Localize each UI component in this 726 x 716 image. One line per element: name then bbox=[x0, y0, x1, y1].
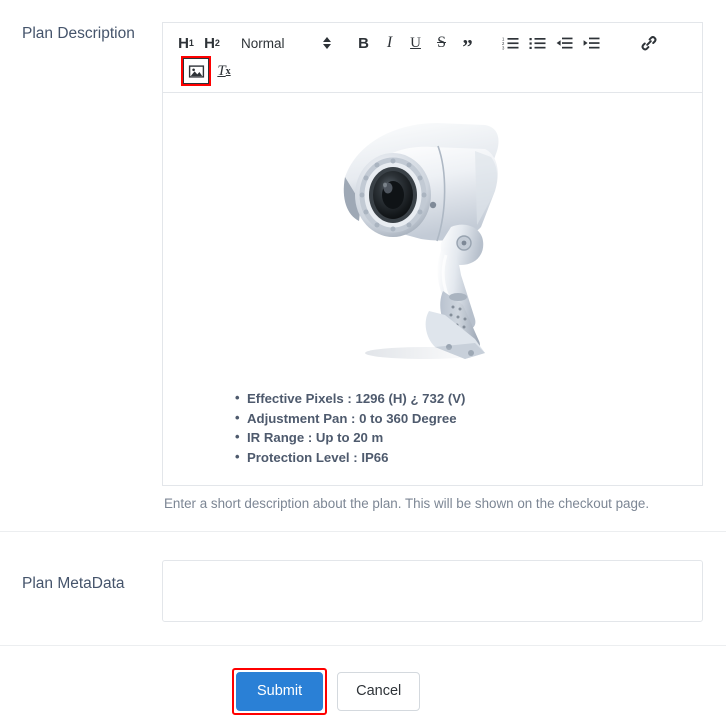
format-select-value: Normal bbox=[241, 35, 285, 51]
indent-icon bbox=[583, 37, 600, 49]
list-item: Protection Level : IP66 bbox=[235, 447, 688, 468]
image-button[interactable] bbox=[181, 56, 211, 86]
image-icon bbox=[188, 64, 204, 78]
underline-button[interactable]: U bbox=[405, 29, 427, 57]
editor-content-area[interactable]: Effective Pixels : 1296 (H) ¿ 732 (V) Ad… bbox=[163, 93, 702, 485]
form-actions: Submit Cancel bbox=[0, 646, 726, 715]
svg-text:3: 3 bbox=[502, 46, 505, 50]
indent-button[interactable] bbox=[580, 29, 603, 57]
format-select[interactable]: Normal bbox=[241, 36, 331, 51]
cancel-button[interactable]: Cancel bbox=[337, 672, 421, 711]
ordered-list-button[interactable]: 1 2 3 bbox=[499, 29, 522, 57]
plan-description-row: Plan Description H1 H2 Normal B I U S ” … bbox=[0, 0, 726, 513]
editor-toolbar: H1 H2 Normal B I U S ” 1 2 3 T x bbox=[163, 23, 702, 93]
list-item: IR Range : Up to 20 m bbox=[235, 427, 688, 448]
heading-1-button[interactable]: H1 bbox=[175, 29, 197, 57]
plan-metadata-row: Plan MetaData bbox=[0, 532, 726, 627]
bullet-list-button[interactable] bbox=[526, 29, 549, 57]
spec-list: Effective Pixels : 1296 (H) ¿ 732 (V) Ad… bbox=[177, 388, 688, 468]
submit-highlight: Submit bbox=[232, 668, 328, 715]
rich-text-editor[interactable]: H1 H2 Normal B I U S ” 1 2 3 T x • Effec… bbox=[162, 22, 703, 486]
plan-description-label: Plan Description bbox=[22, 25, 135, 42]
list-item: Effective Pixels : 1296 (H) ¿ 732 (V) bbox=[235, 388, 688, 409]
plan-metadata-input[interactable] bbox=[162, 560, 703, 622]
link-button[interactable] bbox=[637, 29, 661, 57]
outdent-icon bbox=[556, 37, 573, 49]
plan-description-help-text: Enter a short description about the plan… bbox=[164, 496, 650, 511]
submit-button[interactable]: Submit bbox=[236, 672, 324, 711]
cctv-camera-image bbox=[343, 123, 499, 359]
italic-button[interactable]: I bbox=[379, 29, 401, 57]
plan-metadata-label: Plan MetaData bbox=[22, 575, 125, 592]
outdent-button[interactable] bbox=[553, 29, 576, 57]
plan-form-page: Plan Description H1 H2 Normal B I U S ” … bbox=[0, 0, 726, 716]
bullet-list-icon bbox=[529, 38, 546, 49]
plan-description-field: H1 H2 Normal B I U S ” 1 2 3 T x • Effec… bbox=[162, 22, 706, 513]
chevron-updown-icon bbox=[322, 37, 331, 49]
blockquote-button[interactable]: ” bbox=[457, 29, 479, 58]
bold-button[interactable]: B bbox=[353, 29, 375, 57]
clear-formatting-button[interactable]: Tx bbox=[213, 57, 235, 85]
camera-image-container bbox=[177, 105, 688, 371]
ordered-list-icon: 1 2 3 bbox=[502, 37, 519, 50]
strikethrough-button[interactable]: S bbox=[431, 29, 453, 57]
list-item: Adjustment Pan : 0 to 360 Degree bbox=[235, 408, 688, 429]
link-icon bbox=[641, 36, 656, 51]
plan-metadata-field bbox=[162, 560, 706, 627]
heading-2-button[interactable]: H2 bbox=[201, 29, 223, 57]
